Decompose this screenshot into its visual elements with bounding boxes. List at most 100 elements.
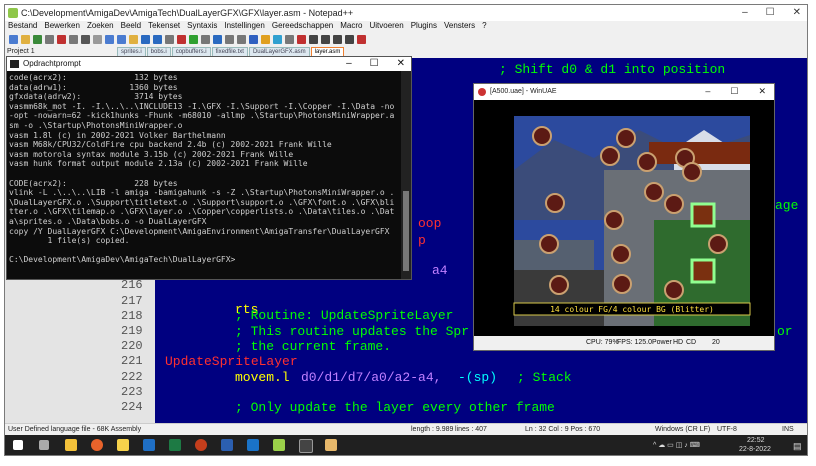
scrollbar-thumb[interactable] [403,191,409,271]
menu-item[interactable]: Bewerken [44,21,80,33]
line-number: 216 [121,278,143,292]
toolbar-button[interactable] [9,35,18,44]
banner-text: 14 colour FG/4 colour BG (Blitter) [550,305,714,314]
start-icon[interactable] [13,440,23,450]
minimize-icon[interactable]: – [705,86,710,97]
toolbar-button[interactable] [237,35,246,44]
code-fragment: a4 [432,263,448,278]
toolbar-button[interactable] [201,35,210,44]
toolbar-button[interactable] [177,35,186,44]
cmd-taskbar-icon[interactable] [299,439,313,453]
toolbar-button[interactable] [249,35,258,44]
toolbar-button[interactable] [165,35,174,44]
menu-item[interactable]: Plugins [411,21,437,33]
cmd-line: vlink -L .\..\..\LIB -l amiga -bamigahun… [9,188,395,198]
menu-item[interactable]: ? [482,21,486,33]
menu-item[interactable]: Instellingen [224,21,264,33]
outlook-icon[interactable] [143,439,155,451]
winuae-taskbar-icon[interactable] [325,439,337,451]
close-icon[interactable]: ✕ [793,7,801,18]
menu-item[interactable]: Vensters [444,21,475,33]
toolbar-button[interactable] [261,35,270,44]
close-icon[interactable]: ✕ [397,58,405,69]
toolbar-button[interactable] [69,35,78,44]
toolbar-button[interactable] [213,35,222,44]
word-icon[interactable] [221,439,233,451]
cmd-line: vasm motorola syntax module 3.15b (c) 20… [9,149,294,159]
winuae-status: CPU: 79% FPS: 125.0 Power HD CD 20 [474,336,774,350]
file-explorer-icon[interactable] [65,439,77,451]
toolbar-button[interactable] [333,35,342,44]
tray-icons[interactable]: ^ ☁ ▭ ◫ ♪ ⌨ [653,441,700,449]
powerpoint-icon[interactable] [195,439,207,451]
code-comment-frame: ; the current frame. [235,339,392,354]
menu-item[interactable]: Uitvoeren [369,21,403,33]
toolbar-button[interactable] [45,35,54,44]
cmd-output[interactable]: code(acrx2): 132 bytes data(adrw1): 1360 … [9,73,397,265]
code-comment-routine: ; Routine: UpdateSpriteLayer [235,308,454,323]
target-box [690,202,716,228]
amiga-screen[interactable]: 14 colour FG/4 colour BG (Blitter) [474,100,774,336]
menu-bar: Bestand Bewerken Zoeken Beeld Tekenset Syntax… [5,21,807,33]
toolbar-button[interactable] [117,35,126,44]
code-comment-shift: ; Shift d0 & d1 into position [499,62,726,77]
toolbar-button[interactable] [57,35,66,44]
command-prompt-window: Opdrachtprompt – ☐ ✕ code(acrx2): 132 by… [6,56,412,280]
notes-icon[interactable] [117,439,129,451]
toolbar-button[interactable] [33,35,42,44]
toolbar [5,34,807,46]
excel-icon[interactable] [169,439,181,451]
windows-taskbar: ^ ☁ ▭ ◫ ♪ ⌨ 22:52 22-8-2022 ▤ [5,435,807,455]
toolbar-button[interactable] [321,35,330,44]
close-icon[interactable]: ✕ [758,86,766,97]
toolbar-button[interactable] [309,35,318,44]
toolbar-button[interactable] [105,35,114,44]
notification-icon[interactable]: ▤ [793,441,802,452]
toolbar-button[interactable] [93,35,102,44]
toolbar-button[interactable] [21,35,30,44]
toolbar-button[interactable] [81,35,90,44]
app-icon[interactable] [247,439,259,451]
toolbar-button[interactable] [129,35,138,44]
menu-item[interactable]: Beeld [121,21,141,33]
toolbar-button[interactable] [189,35,198,44]
menu-item[interactable]: Zoeken [87,21,114,33]
status-lines: lines : 407 [455,426,487,433]
code-instruction: movem.l [235,370,290,385]
cmd-scrollbar[interactable] [401,71,411,279]
code-comment-update: ; Only update the layer every other fram… [235,400,555,415]
toolbar-button[interactable] [141,35,150,44]
maximize-icon[interactable]: ☐ [766,7,775,18]
line-number: 218 [121,309,143,323]
uae-hd: HD [673,339,684,346]
menu-item[interactable]: Bestand [8,21,37,33]
maximize-icon[interactable]: ☐ [730,86,738,97]
code-comment-stack: ; Stack [517,370,572,385]
menu-item[interactable]: Macro [340,21,362,33]
toolbar-button[interactable] [357,35,366,44]
minimize-icon[interactable]: – [346,58,352,69]
cmd-titlebar: Opdrachtprompt – ☐ ✕ [7,57,411,71]
toolbar-button[interactable] [345,35,354,44]
firefox-icon[interactable] [91,439,103,451]
notepadpp-taskbar-icon[interactable] [273,439,285,451]
toolbar-button[interactable] [225,35,234,44]
notepadpp-icon [8,8,18,18]
toolbar-button[interactable] [273,35,282,44]
task-view-icon[interactable] [39,440,49,450]
menu-item[interactable]: Syntaxis [187,21,217,33]
code-operand: -(sp) [458,370,498,385]
toolbar-button[interactable] [285,35,294,44]
menu-item[interactable]: Tekenset [148,21,180,33]
taskbar-time: 22:52 [747,437,765,444]
maximize-icon[interactable]: ☐ [370,58,379,69]
toolbar-button[interactable] [297,35,306,44]
toolbar-button[interactable] [153,35,162,44]
minimize-icon[interactable]: – [742,7,748,18]
uae-fps: FPS: 125.0 [617,339,653,346]
menu-item[interactable]: Gereedschappen [272,21,333,33]
line-number: 219 [121,324,143,338]
line-number: 221 [121,354,143,368]
uae-counter: 20 [712,339,720,346]
cmd-line: -opt -nowarn=62 -kick1hunks -Fhunk -m680… [9,111,395,121]
